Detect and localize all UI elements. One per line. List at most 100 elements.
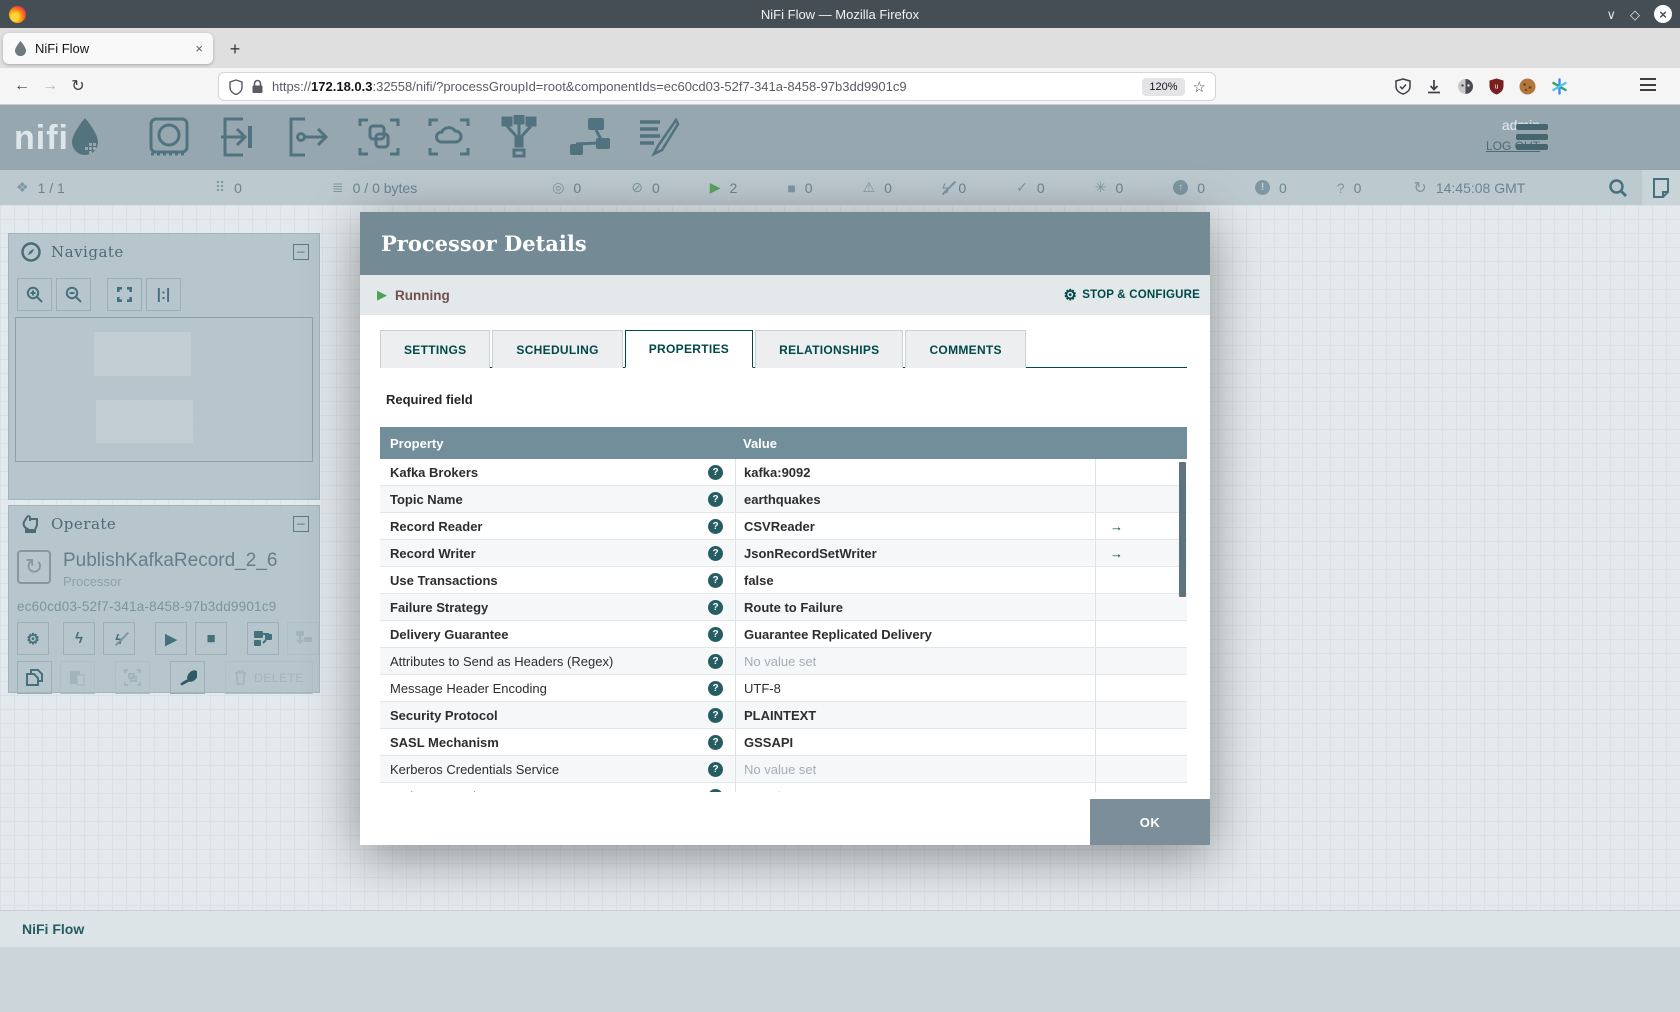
configure-button[interactable]: ⚙ [17,622,49,655]
template-component-icon[interactable] [565,115,613,159]
tab-close-icon[interactable]: × [195,41,203,56]
copy-button[interactable] [17,661,52,694]
up-to-date-count: 0 [1036,179,1045,196]
download-icon[interactable] [1426,79,1442,95]
search-icon[interactable] [1608,178,1628,198]
processor-chip-icon: ↻ [17,550,51,584]
zoom-out-button[interactable] [56,278,91,311]
group-button[interactable] [115,661,150,694]
funnel-component-icon[interactable] [495,115,543,159]
status-item-locally-modified: ✳ 0 [1095,179,1124,196]
stop-button[interactable]: ■ [195,622,227,655]
help-icon[interactable]: ? [708,653,723,669]
help-icon[interactable]: ? [708,464,723,480]
property-name: Failure Strategy [390,599,489,615]
save-flow-version-button[interactable] [247,622,279,655]
label-component-icon[interactable] [635,115,683,159]
dialog-tabbar: SETTINGS SCHEDULING PROPERTIES RELATIONSHIP… [380,330,1187,368]
bookmark-star-icon[interactable]: ☆ [1193,78,1206,96]
bulletin-board-icon[interactable] [1642,170,1680,205]
help-icon[interactable]: ? [708,626,723,642]
navigate-panel-title: Navigate [51,243,124,261]
help-icon[interactable]: ? [708,734,723,750]
multicolor-asterisk-icon[interactable] [1551,78,1568,95]
status-item-disabled: ϟ0 [942,180,966,196]
zoom-level-badge[interactable]: 120% [1142,77,1185,96]
refresh-icon[interactable]: ↻ [1413,178,1426,198]
connection-lock-icon[interactable] [251,79,264,94]
url-text: https://172.18.0.3:32558/nifi/?processGr… [272,79,907,94]
tab-settings[interactable]: SETTINGS [380,330,491,368]
forward-icon[interactable]: → [36,77,64,95]
invalid-icon: ⚠ [862,179,876,195]
paste-button[interactable] [60,661,95,694]
nifi-status-bar: ❖ 1 / 1 ⠿ 0 ≣ 0 / 0 bytes ◎ 0 ⊘ 0 ▶ 2 ■ 0 ⚠ 0 ϟ 0 ✓ 0 ✳ 0 ↑ 0! 0… [0,170,1680,205]
window-close-icon[interactable]: × [1654,5,1672,23]
zoom-in-button[interactable] [17,278,52,311]
status-item-queued: ≣ 0 / 0 bytes [332,179,417,196]
reload-icon[interactable]: ↻ [64,76,92,96]
window-titlebar[interactable]: NiFi Flow — Mozilla Firefox ∨ ◇ × [0,0,1680,28]
window-maximize-icon[interactable]: ◇ [1630,8,1640,21]
tab-properties[interactable]: PROPERTIES [624,330,754,368]
global-menu-icon[interactable] [1516,124,1548,150]
firefox-logo-icon [9,5,26,23]
fill-color-button[interactable] [170,661,205,694]
help-icon[interactable]: ? [708,599,723,615]
process-group-component-icon[interactable] [355,115,403,159]
table-scrollbar[interactable] [1179,462,1186,597]
navigate-collapse-icon[interactable]: − [293,244,309,260]
browser-tab[interactable]: NiFi Flow × [3,33,213,64]
breadcrumb[interactable]: NiFi Flow [22,921,84,937]
help-icon[interactable]: ? [708,680,723,696]
browser-menu-icon[interactable] [1640,78,1656,91]
zoom-fit-button[interactable] [107,278,142,311]
disable-button[interactable]: ϟ [103,622,135,655]
tab-relationships[interactable]: RELATIONSHIPS [755,330,904,368]
property-value: Route to Failure [744,599,843,615]
window-minimize-icon[interactable]: ∨ [1606,8,1616,21]
new-tab-button[interactable]: + [222,36,248,62]
tab-comments[interactable]: COMMENTS [905,330,1026,368]
help-icon[interactable]: ? [708,572,723,588]
enable-button[interactable]: ϟ [63,622,95,655]
property-value: Guarantee Replicated Delivery [744,626,932,642]
ok-button[interactable]: OK [1090,799,1210,845]
tab-scheduling[interactable]: SCHEDULING [492,330,623,368]
processor-component-icon[interactable] [145,115,193,159]
disabled-count: 0 [958,179,967,196]
start-button[interactable]: ▶ [155,622,187,655]
tracking-shield-icon[interactable] [229,78,243,95]
help-icon[interactable]: ? [708,788,723,792]
ublock-shield-icon[interactable]: u [1489,78,1504,95]
help-icon[interactable]: ? [708,545,723,561]
status-item-stale: ↑ 0 [1173,180,1205,196]
birdseye-minimap[interactable] [15,317,313,462]
operate-collapse-icon[interactable]: − [293,516,309,532]
sync-failure-count: 0 [1353,179,1362,196]
go-to-service-icon[interactable]: → [1110,519,1123,534]
running-state-label: Running [395,287,450,303]
go-to-service-icon[interactable]: → [1110,546,1123,561]
output-port-component-icon[interactable] [285,115,333,159]
help-icon[interactable]: ? [708,707,723,723]
stop-and-configure-button[interactable]: ⚙ STOP & CONFIGURE [1064,286,1200,304]
refresh-status[interactable]: ↻ 14:45:08 GMT [1413,178,1525,198]
help-icon[interactable]: ? [708,761,723,777]
zoom-actual-size-button[interactable]: |:| [146,278,181,311]
input-port-component-icon[interactable] [215,115,263,159]
back-icon[interactable]: ← [8,77,36,95]
remote-process-group-component-icon[interactable] [425,115,473,159]
container-mask-icon[interactable] [1457,78,1474,95]
shield-check-icon[interactable] [1395,78,1411,95]
delete-button[interactable]: DELETE [225,661,313,694]
help-icon[interactable]: ? [708,491,723,507]
cookie-icon[interactable] [1519,78,1536,95]
revert-flow-version-button[interactable] [287,622,319,655]
running-icon: ▶ [709,179,721,195]
url-bar[interactable]: https://172.18.0.3:32558/nifi/?processGr… [218,72,1216,101]
property-value: No value set [744,653,817,669]
help-icon[interactable]: ? [708,518,723,534]
browser-tabstrip: NiFi Flow × + [0,28,1680,68]
browser-navbar: ← → ↻ https://172.18.0.3:32558/nifi/?pro… [0,68,1680,105]
